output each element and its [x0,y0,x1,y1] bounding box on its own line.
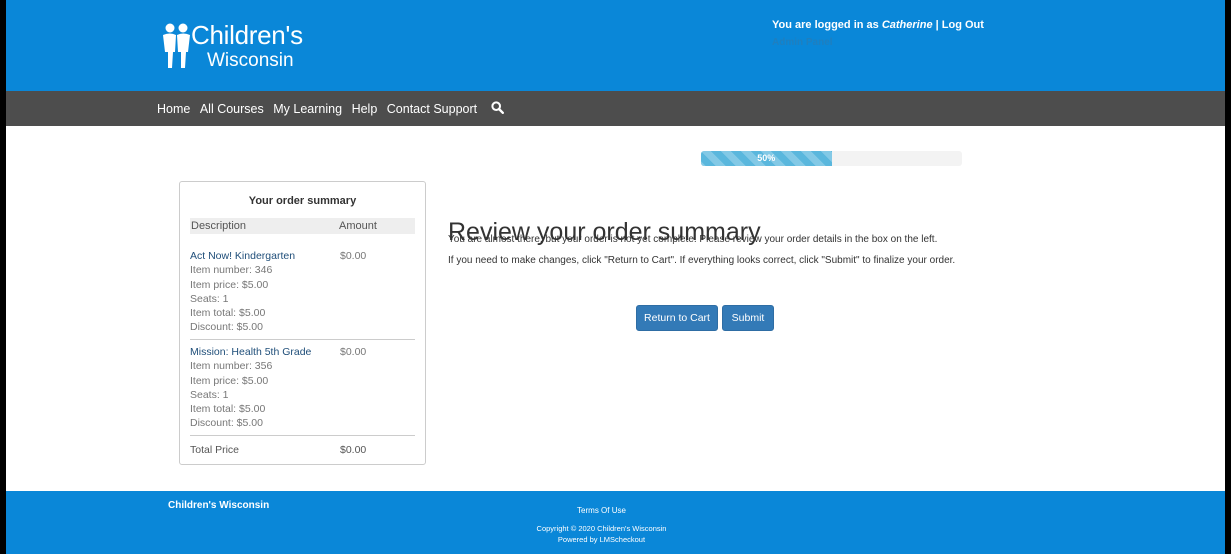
nav-item-contact-support[interactable]: Contact Support [387,102,477,116]
login-status: You are logged in as Catherine | Log Out [772,19,984,31]
summary-total-row: Total Price $0.00 [190,444,415,456]
summary-item-detail: Item total: $5.00 [190,307,266,320]
nav-item-help[interactable]: Help [352,102,378,116]
summary-item-detail: Discount: $5.00 [190,417,263,430]
copyright-label: Copyright © 2020 Children's Wisconsin [536,524,667,533]
summary-item-detail: Item number: 346 [190,264,273,277]
logged-in-prefix: You are logged in as [772,19,882,31]
summary-item: Mission: Health 5th Grade $0.00 Item num… [190,345,415,431]
order-summary-box: Your order summary Description Amount Ac… [179,181,426,465]
site-footer: Children's Wisconsin Terms Of Use Copyri… [6,491,1225,554]
main-nav: Home All Courses My Learning Help Contac… [6,91,1225,126]
powered-by-text: Powered by LMScheckout [6,535,1225,544]
summary-item-detail: Seats: 1 [190,388,229,401]
summary-item-detail: Item price: $5.00 [190,278,269,291]
children-figures-icon [163,23,190,68]
powered-by-label: Powered by LMScheckout [557,535,646,544]
nav-item-home[interactable]: Home [157,102,190,116]
progress-fill: 50% [701,151,832,166]
total-amount: $0.00 [340,444,367,456]
nav-item-my-learning[interactable]: My Learning [273,102,342,116]
summary-item-detail: Seats: 1 [190,292,229,305]
total-label: Total Price [190,444,240,456]
nav-item-all-courses[interactable]: All Courses [200,102,264,116]
summary-item-detail: Item number: 356 [190,360,273,373]
summary-item-amount: $0.00 [340,346,367,358]
instructions-text: You are almost there, but your order is … [448,234,938,245]
username: Catherine [881,19,933,31]
copyright-text: Copyright © 2020 Children's Wisconsin [6,524,1225,533]
summary-divider [190,339,415,340]
checkout-progress-bar: 50% [701,151,962,166]
summary-item-detail: Item price: $5.00 [190,374,269,387]
col-description: Description [191,220,247,232]
summary-item-name[interactable]: Mission: Health 5th Grade [190,345,415,359]
order-summary-title: Your order summary [248,195,357,207]
page-frame: Children's Wisconsin You are logged in a… [6,0,1225,554]
summary-divider [190,435,415,436]
col-amount: Amount [339,220,377,232]
summary-item-amount: $0.00 [340,250,367,262]
return-to-cart-button[interactable]: Return to Cart [636,305,718,331]
summary-item-detail: Discount: $5.00 [190,321,263,334]
login-separator: | [932,19,942,31]
summary-item-name[interactable]: Act Now! Kindergarten [190,249,415,263]
summary-item: Act Now! Kindergarten $0.00 Item number:… [190,249,415,335]
site-header: Children's Wisconsin You are logged in a… [6,0,1225,91]
logout-link[interactable]: Log Out [942,19,984,31]
submit-button[interactable]: Submit [722,305,774,331]
search-icon[interactable] [491,100,504,117]
summary-item-detail: Item total: $5.00 [190,403,266,416]
summary-table-header: Description Amount [190,218,415,234]
change-instructions-text: If you need to make changes, click "Retu… [448,255,956,266]
admin-panel-link[interactable]: Admin Panel [772,37,833,48]
terms-of-use-link: Terms Of Use [6,506,1225,515]
brand-line-2: Wisconsin [207,50,294,71]
terms-of-use-label[interactable]: Terms Of Use [577,506,626,515]
brand-line-1: Children's [191,20,303,50]
